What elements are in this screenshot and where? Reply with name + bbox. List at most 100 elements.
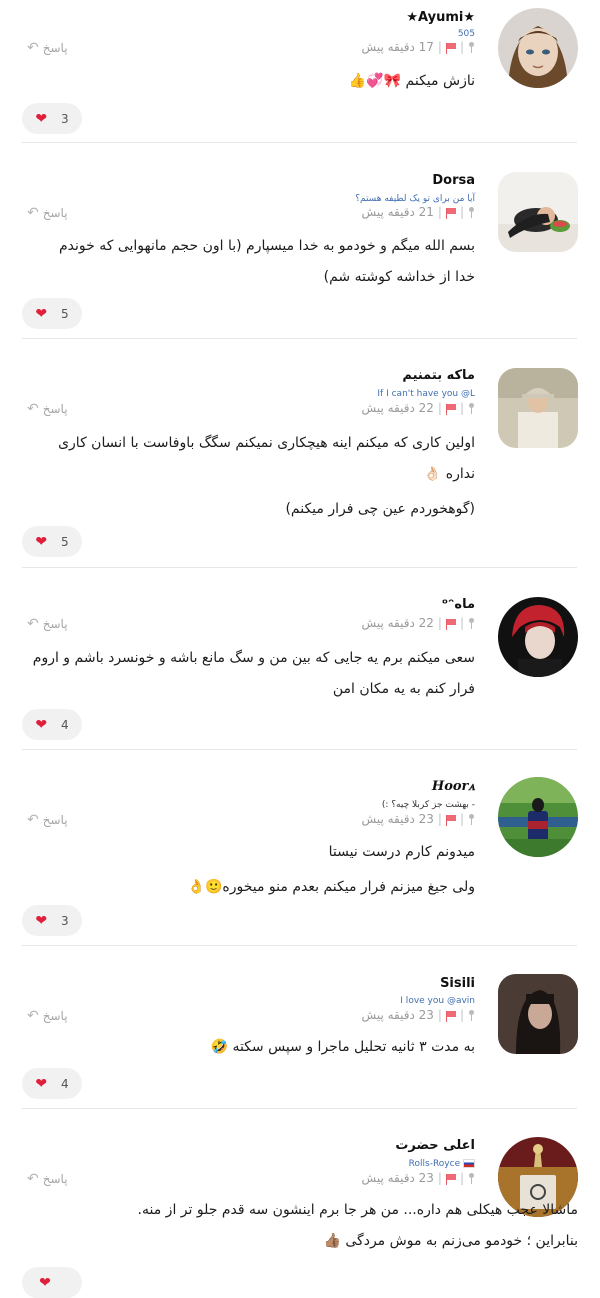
like-count: 3 — [61, 913, 69, 928]
pin-icon[interactable] — [468, 402, 475, 414]
comment-line: فرار کنم به یه مکان امن — [332, 681, 475, 697]
avatar[interactable] — [498, 974, 578, 1054]
comment-text: به مدت ۳ ثانیه تحلیل ماجرا و سپس سکته 🤣 — [15, 1032, 475, 1063]
username[interactable]: ماکه بتمنیم — [402, 368, 475, 383]
comment-text: اولین کاری که میکنم اینه هیچکاری نمیکنم … — [15, 428, 475, 525]
pin-icon[interactable] — [468, 813, 475, 825]
comment-line: میدونم کارم درست نیستا — [328, 844, 475, 860]
user-bio-text: Rolls-Royce — [408, 1159, 461, 1169]
pin-icon[interactable] — [468, 41, 475, 53]
comment-item: Dorsa آیا من برای تو یک لطیفه هستم؟ | | … — [0, 143, 600, 338]
comment-line: نازش میکنم 🎀💞👍 — [348, 73, 475, 89]
timestamp: 23 دقیقه پیش — [361, 1008, 434, 1022]
pin-icon[interactable] — [468, 1009, 475, 1021]
pin-icon[interactable] — [468, 1172, 475, 1184]
timestamp: 22 دقیقه پیش — [361, 616, 434, 630]
user-bio: - بهشت جز کربلا چیه؟ :) — [381, 800, 475, 810]
reply-arrow-icon: ↶ — [27, 40, 39, 56]
report-flag-icon[interactable] — [445, 207, 456, 219]
reply-button[interactable]: ↶ پاسخ — [27, 40, 68, 56]
reply-label: پاسخ — [42, 41, 68, 55]
russia-flag-icon — [463, 1159, 475, 1168]
comment-text: بسم الله میگم و خودمو به خدا میسپارم (با… — [15, 231, 475, 293]
user-bio: If I can't have you @L — [377, 389, 475, 399]
reply-button[interactable]: ↶ پاسخ — [27, 1008, 68, 1024]
timestamp: 23 دقیقه پیش — [361, 1171, 434, 1185]
reply-arrow-icon: ↶ — [27, 205, 39, 221]
like-button[interactable]: ❤ 3 — [22, 103, 82, 134]
like-button[interactable]: ❤ 4 — [22, 709, 82, 740]
reply-label: پاسخ — [42, 813, 68, 827]
reply-button[interactable]: ↶ پاسخ — [27, 1171, 68, 1187]
like-button[interactable]: ❤ 4 — [22, 1068, 82, 1099]
avatar[interactable] — [498, 777, 578, 857]
avatar[interactable] — [498, 368, 578, 448]
like-button[interactable]: ❤ 5 — [22, 298, 82, 329]
username[interactable]: ماه‌ᵒᵔ — [442, 597, 475, 612]
like-button[interactable]: ❤ 3 — [22, 905, 82, 936]
reply-button[interactable]: ↶ پاسخ — [27, 205, 68, 221]
report-flag-icon[interactable] — [445, 814, 456, 826]
pin-icon[interactable] — [468, 617, 475, 629]
comment-text: میدونم کارم درست نیستا ولی جیغ میزنم فرا… — [15, 837, 475, 903]
like-count: 5 — [61, 534, 69, 549]
reply-button[interactable]: ↶ پاسخ — [27, 401, 68, 417]
comment-meta: | | 22 دقیقه پیش — [362, 401, 475, 415]
comment-item: Sisili I love you @avin | | 23 دقیقه پیش… — [0, 946, 600, 1108]
avatar[interactable] — [498, 597, 578, 677]
reply-arrow-icon: ↶ — [27, 812, 39, 828]
user-bio: 505 — [457, 29, 475, 39]
comment-meta: | | 17 دقیقه پیش — [362, 40, 475, 54]
comments-feed: ★Ayumi★ 505 | | 17 دقیقه پیش ↶ پاسخ نازش… — [0, 0, 600, 1298]
avatar-image — [498, 597, 578, 677]
reply-label: پاسخ — [42, 617, 68, 631]
username[interactable]: Hoorꭺ — [432, 779, 475, 794]
user-bio: آیا من برای تو یک لطیفه هستم؟ — [355, 194, 475, 204]
comment-text: ماشالا عجب هیکلی هم داره... من هر جا برم… — [108, 1195, 578, 1257]
username[interactable]: اعلی حضرت — [395, 1138, 475, 1153]
heart-icon: ❤ — [35, 533, 48, 550]
comment-line: بنابراین ؛ خودمو می‌زنم به موش مردگی 👍🏽 — [323, 1233, 579, 1249]
heart-icon: ❤ — [35, 1075, 48, 1092]
avatar[interactable] — [498, 8, 578, 88]
timestamp: 21 دقیقه پیش — [361, 205, 434, 219]
pin-icon[interactable] — [468, 206, 475, 218]
like-count: 3 — [61, 111, 69, 126]
avatar[interactable] — [498, 172, 578, 252]
comment-line: اولین کاری که میکنم اینه هیچکاری نمیکنم … — [58, 435, 475, 451]
reply-arrow-icon: ↶ — [27, 1008, 39, 1024]
username[interactable]: Sisili — [440, 976, 475, 991]
reply-label: پاسخ — [42, 1009, 68, 1023]
comment-item: اعلی حضرت Rolls-Royce | | 23 دقیقه پیش ↶… — [0, 1109, 600, 1298]
username[interactable]: ★Ayumi★ — [406, 10, 475, 25]
heart-icon: ❤ — [35, 912, 48, 929]
comment-line: ماشالا عجب هیکلی هم داره... من هر جا برم… — [137, 1202, 578, 1218]
avatar-image — [498, 974, 578, 1054]
reply-arrow-icon: ↶ — [27, 401, 39, 417]
comment-meta: | | 23 دقیقه پیش — [362, 1008, 475, 1022]
heart-icon: ❤ — [35, 716, 48, 733]
report-flag-icon[interactable] — [445, 1010, 456, 1022]
heart-icon: ❤ — [35, 110, 48, 127]
avatar-image — [498, 368, 578, 448]
like-button[interactable]: ❤ — [22, 1267, 82, 1298]
comment-meta: | | 23 دقیقه پیش — [362, 812, 475, 826]
username[interactable]: Dorsa — [432, 173, 475, 188]
reply-label: پاسخ — [42, 206, 68, 220]
comment-line: خدا از خداشه کوشته شم) — [323, 269, 475, 285]
timestamp: 23 دقیقه پیش — [361, 812, 434, 826]
comment-text: نازش میکنم 🎀💞👍 — [15, 66, 475, 97]
reply-button[interactable]: ↶ پاسخ — [27, 812, 68, 828]
like-count: 4 — [61, 717, 69, 732]
report-flag-icon[interactable] — [445, 403, 456, 415]
reply-button[interactable]: ↶ پاسخ — [27, 616, 68, 632]
report-flag-icon[interactable] — [445, 618, 456, 630]
like-button[interactable]: ❤ 5 — [22, 526, 82, 557]
report-flag-icon[interactable] — [445, 42, 456, 54]
report-flag-icon[interactable] — [445, 1173, 456, 1185]
comment-line: (گوهخوردم عین چی فرار میکنم) — [285, 501, 475, 517]
avatar-image — [498, 777, 578, 857]
comment-meta: | | 21 دقیقه پیش — [362, 205, 475, 219]
reply-label: پاسخ — [42, 1172, 68, 1186]
timestamp: 22 دقیقه پیش — [361, 401, 434, 415]
